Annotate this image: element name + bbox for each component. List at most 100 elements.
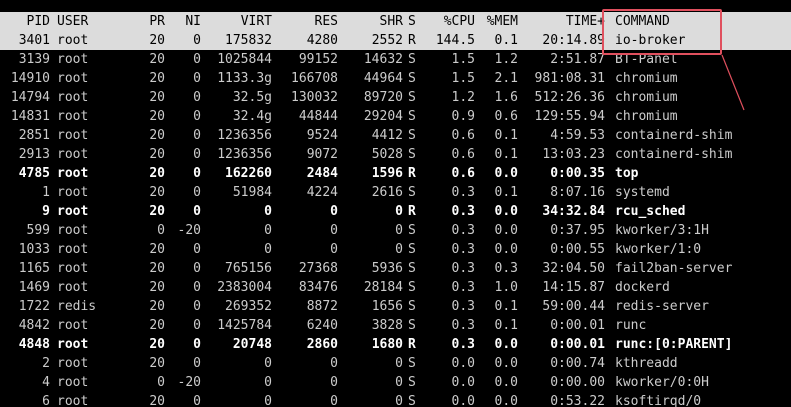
table-row[interactable]: 1722 redis 20 0 269352 8872 1656 S 0.3 0.1 59:00.4… xyxy=(0,297,791,316)
command-cell: systemd xyxy=(615,185,670,200)
res-cell: 27368 xyxy=(298,261,338,276)
virt-cell: 269352 xyxy=(225,299,272,314)
time-cell: 0:00.00 xyxy=(550,375,605,390)
table-row[interactable]: 2 root 20 0 0 0 0 S 0.0 0.0 0:00.74 kthreadd xyxy=(0,354,791,373)
table-row[interactable]: 1469 root 20 0 2383004 83476 28184 S 0.3 1.0 14:15… xyxy=(0,278,791,297)
user-cell: root xyxy=(57,204,89,219)
table-row[interactable]: 4 root 0 -20 0 0 0 S 0.0 0.0 0:00.00 kworker/0:0H xyxy=(0,373,791,392)
res-cell: 8872 xyxy=(306,299,338,314)
priority-cell: 20 xyxy=(149,394,165,407)
command-cell: rcu_sched xyxy=(615,204,686,219)
table-row[interactable]: 2851 root 20 0 1236356 9524 4412 S 0.6 0.1 4:59.53… xyxy=(0,126,791,145)
user-cell: root xyxy=(57,356,89,371)
pid-cell: 3139 xyxy=(18,52,50,67)
pid-cell: 14794 xyxy=(10,90,50,105)
virt-cell: 0 xyxy=(264,223,272,238)
virt-cell: 1236356 xyxy=(217,128,272,143)
virt-cell: 1236356 xyxy=(217,147,272,162)
virt-cell: 162260 xyxy=(225,166,272,181)
cpu-cell: 0.6 xyxy=(451,166,475,181)
nice-cell: 0 xyxy=(193,318,201,333)
user-cell: root xyxy=(57,337,89,352)
process-table: PID USER PR NI VIRT RES SHR S %CPU %MEM … xyxy=(0,12,791,407)
table-row[interactable]: 14910 root 20 0 1133.3g 166708 44964 S 1.5 2.1 981… xyxy=(0,69,791,88)
pid-cell: 1722 xyxy=(18,299,50,314)
time-cell: 129:55.94 xyxy=(534,109,605,124)
mem-cell: 0.1 xyxy=(494,128,518,143)
mem-cell: 0.3 xyxy=(494,261,518,276)
table-row[interactable]: 1165 root 20 0 765156 27368 5936 S 0.3 0.3 32:04.5… xyxy=(0,259,791,278)
res-cell: 9072 xyxy=(306,147,338,162)
mem-cell: 0.0 xyxy=(494,204,518,219)
table-row[interactable]: 4842 root 20 0 1425784 6240 3828 S 0.3 0.1 0:00.01… xyxy=(0,316,791,335)
time-cell: 59:00.44 xyxy=(542,299,605,314)
state-cell: R xyxy=(408,166,416,181)
cpu-cell: 0.3 xyxy=(451,299,475,314)
state-cell: S xyxy=(408,280,416,295)
mem-cell: 0.0 xyxy=(494,242,518,257)
nice-cell: -20 xyxy=(177,375,201,390)
virt-cell: 765156 xyxy=(225,261,272,276)
state-cell: S xyxy=(408,71,416,86)
virt-cell: 0 xyxy=(264,394,272,407)
state-cell: S xyxy=(408,242,416,257)
mem-cell: 0.0 xyxy=(494,223,518,238)
shr-cell: 4412 xyxy=(371,128,403,143)
virt-cell: 1133.3g xyxy=(217,71,272,86)
table-row[interactable]: 4848 root 20 0 20748 2860 1680 R 0.3 0.0 0:00.01 ru… xyxy=(0,335,791,354)
command-cell: chromium xyxy=(615,109,678,124)
table-row[interactable]: 4785 root 20 0 162260 2484 1596 R 0.6 0.0 0:00.35 t… xyxy=(0,164,791,183)
table-row[interactable]: 599 root 0 -20 0 0 0 S 0.3 0.0 0:37.95 kworker/3:1H xyxy=(0,221,791,240)
priority-cell: 20 xyxy=(149,52,165,67)
command-cell: chromium xyxy=(615,90,678,105)
table-row[interactable]: 1 root 20 0 51984 4224 2616 S 0.3 0.1 8:07.16 syste… xyxy=(0,183,791,202)
pid-cell: 2913 xyxy=(18,147,50,162)
res-cell: 99152 xyxy=(298,52,338,67)
command-cell: dockerd xyxy=(615,280,670,295)
pid-cell: 4 xyxy=(42,375,50,390)
table-row[interactable]: 3139 root 20 0 1025844 99152 14632 S 1.5 1.2 2:51.… xyxy=(0,50,791,69)
table-row[interactable]: 14831 root 20 0 32.4g 44844 29204 S 0.9 0.6 129:55… xyxy=(0,107,791,126)
shr-cell: 29204 xyxy=(363,109,403,124)
res-cell: 0 xyxy=(330,394,338,407)
priority-cell: 20 xyxy=(149,166,165,181)
state-cell: S xyxy=(408,394,416,407)
command-cell: containerd-shim xyxy=(615,128,733,143)
table-row[interactable]: 6 root 20 0 0 0 0 S 0.0 0.0 0:53.22 ksoftirqd/0 xyxy=(0,392,791,407)
pid-cell: 4848 xyxy=(18,337,50,352)
column-header-pid: PID xyxy=(26,14,50,29)
cpu-cell: 0.3 xyxy=(451,318,475,333)
user-cell: root xyxy=(57,52,89,67)
res-cell: 2484 xyxy=(306,166,338,181)
res-cell: 6240 xyxy=(306,318,338,333)
state-cell: R xyxy=(408,337,416,352)
pid-cell: 1469 xyxy=(18,280,50,295)
shr-cell: 2552 xyxy=(371,33,403,48)
res-cell: 0 xyxy=(330,223,338,238)
time-cell: 0:00.01 xyxy=(550,318,605,333)
table-row[interactable]: 9 root 20 0 0 0 0 R 0.3 0.0 34:32.84 rcu_sched xyxy=(0,202,791,221)
cpu-cell: 0.3 xyxy=(451,261,475,276)
table-row[interactable]: 14794 root 20 0 32.5g 130032 89720 S 1.2 1.6 512:2… xyxy=(0,88,791,107)
nice-cell: 0 xyxy=(193,147,201,162)
virt-cell: 2383004 xyxy=(217,280,272,295)
virt-cell: 1025844 xyxy=(217,52,272,67)
time-cell: 32:04.50 xyxy=(542,261,605,276)
priority-cell: 20 xyxy=(149,109,165,124)
virt-cell: 0 xyxy=(264,204,272,219)
res-cell: 166708 xyxy=(291,71,338,86)
pid-cell: 4842 xyxy=(18,318,50,333)
state-cell: S xyxy=(408,52,416,67)
shr-cell: 5028 xyxy=(371,147,403,162)
state-cell: S xyxy=(408,109,416,124)
column-header-pr: PR xyxy=(149,14,165,29)
shr-cell: 0 xyxy=(395,204,403,219)
table-row[interactable]: 3401 root 20 0 175832 4280 2552 R 144.5 0.1 20:14.… xyxy=(0,31,791,50)
virt-cell: 32.5g xyxy=(232,90,272,105)
state-cell: S xyxy=(408,356,416,371)
table-row[interactable]: 2913 root 20 0 1236356 9072 5028 S 0.6 0.1 13:03.2… xyxy=(0,145,791,164)
table-row[interactable]: 1033 root 20 0 0 0 0 S 0.3 0.0 0:00.55 kworker/1:0 xyxy=(0,240,791,259)
state-cell: S xyxy=(408,318,416,333)
shr-cell: 1596 xyxy=(371,166,403,181)
user-cell: root xyxy=(57,128,89,143)
